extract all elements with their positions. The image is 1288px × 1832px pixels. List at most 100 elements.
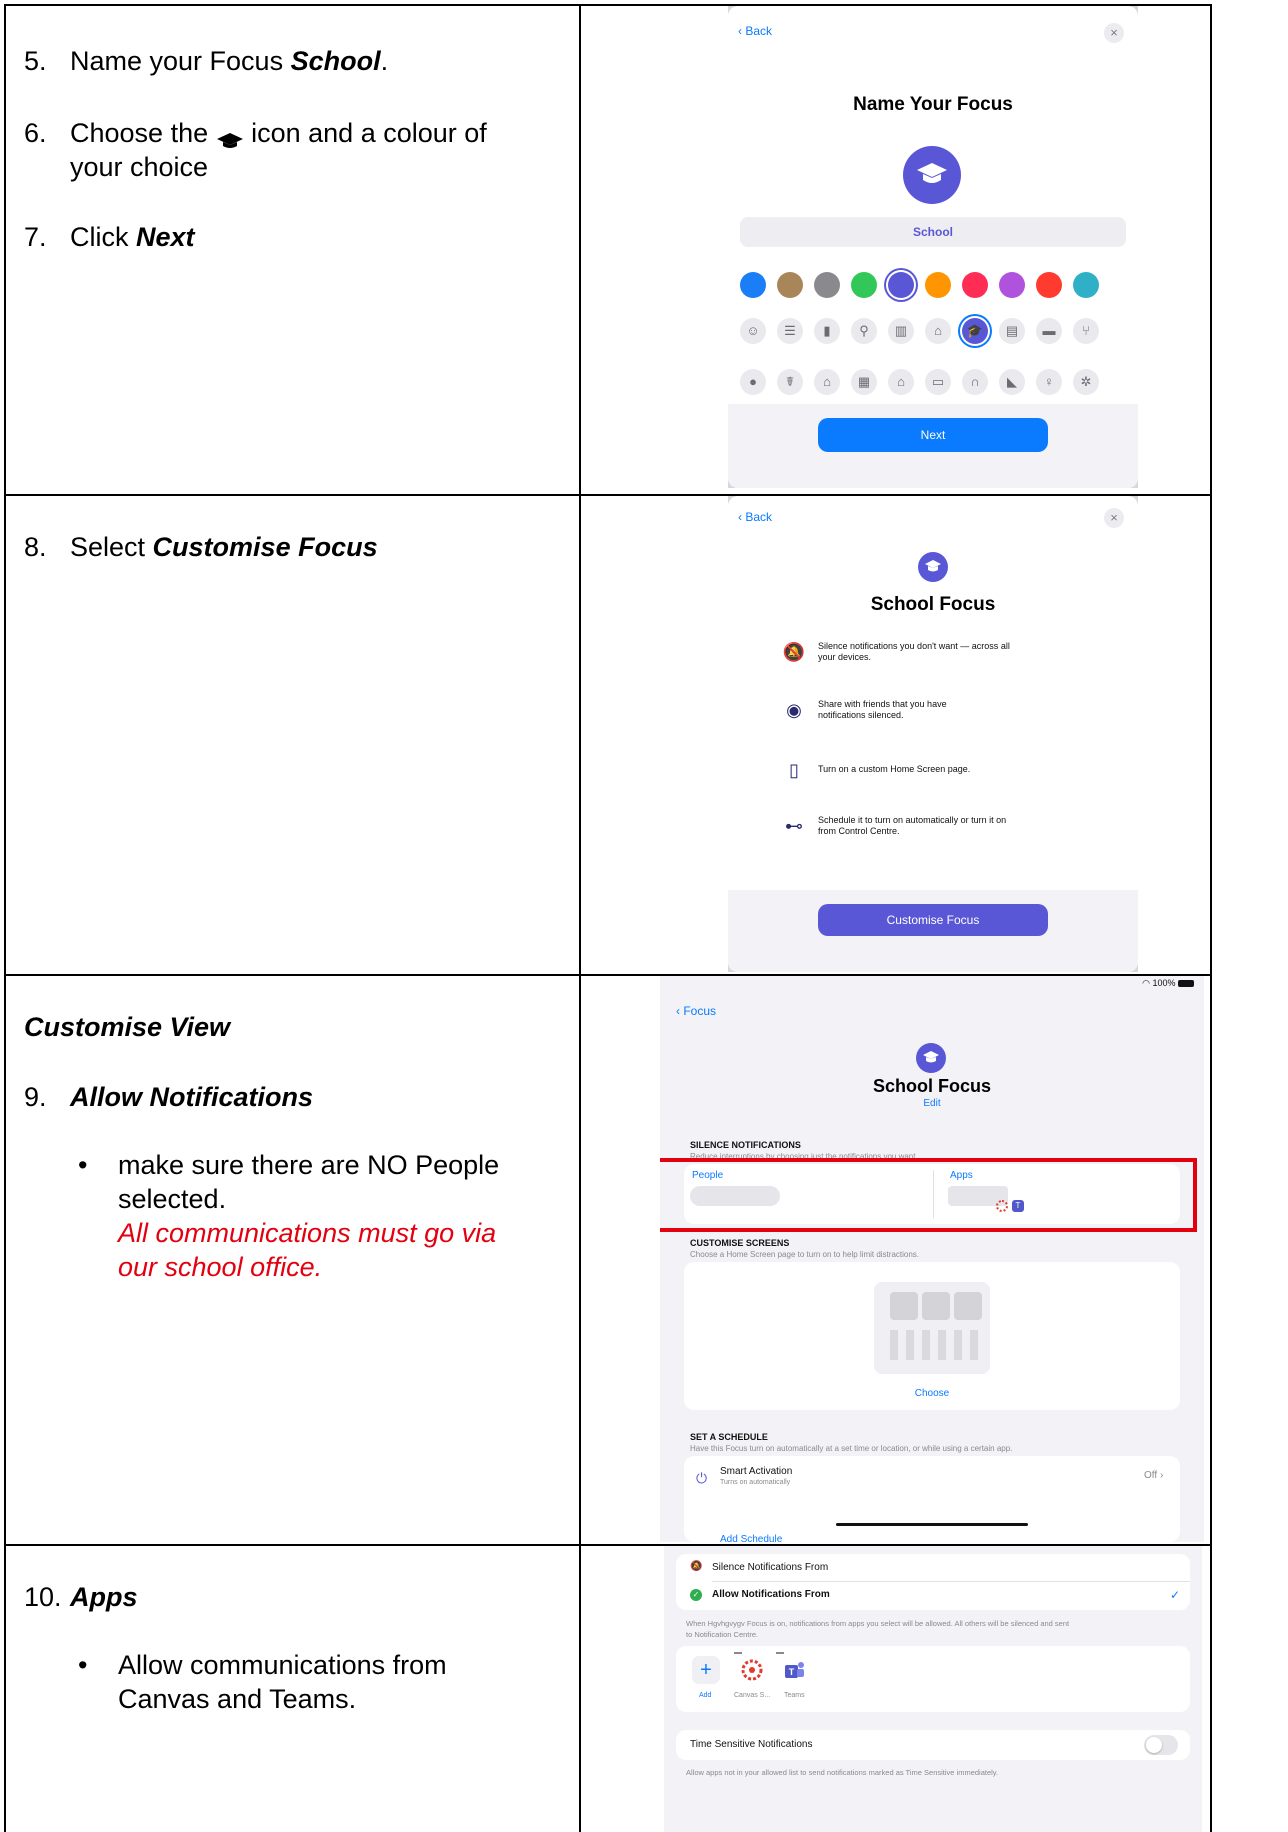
bullet-dot: • (78, 1650, 88, 1680)
canvas-logo-icon (741, 1659, 763, 1681)
allow-notifications-option[interactable]: Allow Notifications From (712, 1589, 830, 1600)
color-swatch[interactable] (740, 272, 766, 298)
glyph-row-1: ☺ ☰ ▮ ⚲ ▥ ⌂ 🎓 ▤ ▬ ⑂ (728, 316, 1138, 346)
remove-canvas-badge[interactable] (734, 1652, 742, 1654)
color-swatch[interactable] (925, 272, 951, 298)
add-app-label: Add (699, 1692, 712, 1699)
focus-glyph-icon[interactable]: ▭ (925, 369, 951, 395)
step-text-end: . (380, 46, 389, 76)
name-focus-sheet: ‹ Back × Name Your Focus School ☺ ☰ ▮ ⚲ ▥ ⌂ 🎓 ▤… (728, 6, 1138, 488)
bullet-line: selected. (118, 1184, 227, 1214)
home-screen-preview (874, 1282, 990, 1374)
smart-activation-title[interactable]: Smart Activation (720, 1466, 792, 1477)
color-swatch[interactable] (999, 272, 1025, 298)
color-swatch[interactable] (851, 272, 877, 298)
focus-glyph-icon[interactable]: ⌂ (888, 369, 914, 395)
add-app-button[interactable]: + (692, 1656, 720, 1684)
table-border-right (1210, 4, 1212, 1832)
focus-glyph-icon[interactable]: ✲ (1073, 369, 1099, 395)
choose-button[interactable]: Choose (660, 1388, 1204, 1399)
focus-glyph-icon[interactable]: ⌂ (814, 369, 840, 395)
next-emphasis: Next (136, 222, 195, 252)
teams-app-icon[interactable]: T (780, 1656, 808, 1684)
focus-glyph-icon[interactable]: ◣ (999, 369, 1025, 395)
focus-glyph-icon[interactable]: ⌂ (925, 318, 951, 344)
power-icon: ⏻ (696, 1470, 708, 1486)
graduation-cap-glyph-selected[interactable]: 🎓 (962, 318, 988, 344)
time-sensitive-label: Time Sensitive Notifications (690, 1739, 813, 1750)
silence-notifications-option[interactable]: Silence Notifications From (712, 1562, 828, 1573)
add-schedule-link[interactable]: Add Schedule (720, 1534, 782, 1542)
time-sensitive-description: Allow apps not in your allowed list to s… (686, 1768, 999, 1777)
focus-glyph-icon[interactable]: ☺ (740, 318, 766, 344)
step-8: 8. Select Customise Focus (24, 530, 378, 564)
focus-glyph-icon[interactable]: ⚲ (851, 318, 877, 344)
apps-instruction: Allow communications from Canvas and Tea… (118, 1648, 447, 1716)
share-person-icon: ◉ (786, 700, 802, 720)
remove-teams-badge[interactable] (776, 1652, 784, 1654)
focus-name-field[interactable]: School (740, 217, 1126, 247)
smart-activation-subtitle: Turns on automatically (720, 1479, 791, 1486)
home-indicator (836, 1523, 1028, 1526)
back-to-focus-button[interactable]: ‹ Focus (676, 1004, 716, 1018)
step-number: 9. (24, 1082, 47, 1112)
close-button[interactable]: × (1104, 508, 1124, 528)
status-bar: ◠ 100% (1142, 978, 1194, 989)
focus-glyph-icon[interactable]: ☤ (777, 369, 803, 395)
focus-glyph-icon[interactable]: ∩ (962, 369, 988, 395)
focus-glyph-icon[interactable]: ▬ (1036, 318, 1062, 344)
warning-line: our school office. (118, 1252, 323, 1282)
bullet-line: Allow communications from (118, 1650, 447, 1680)
graduation-cap-icon (917, 163, 947, 183)
focus-glyph-icon[interactable]: ☰ (777, 318, 803, 344)
focus-glyph-icon[interactable]: ▥ (888, 318, 914, 344)
color-swatch[interactable] (962, 272, 988, 298)
color-swatch[interactable] (814, 272, 840, 298)
edit-link[interactable]: Edit (660, 1098, 1204, 1109)
graduation-cap-icon (925, 560, 941, 572)
focus-settings-screenshot: ◠ 100% ‹ Focus School Focus Edit SILENCE… (660, 976, 1204, 1542)
focus-glyph-icon[interactable]: ▤ (999, 318, 1025, 344)
step-7: 7. Click Next (24, 220, 195, 254)
back-button[interactable]: ‹ Back (738, 24, 772, 38)
close-button[interactable]: × (1104, 23, 1124, 43)
card-divider (712, 1581, 1190, 1582)
focus-glyph-icon[interactable]: ♀ (1036, 369, 1062, 395)
color-swatch-selected[interactable] (888, 272, 914, 298)
next-button[interactable]: Next (818, 418, 1048, 452)
sheet-title: Name Your Focus (853, 94, 1013, 115)
focus-glyph-icon[interactable]: ⑂ (1073, 318, 1099, 344)
graduation-cap-icon (216, 125, 244, 148)
graduation-cap-icon (923, 1051, 939, 1063)
apps-emphasis: Apps (70, 1582, 138, 1612)
canvas-app-icon[interactable] (738, 1656, 766, 1684)
color-swatch[interactable] (1036, 272, 1062, 298)
color-swatch[interactable] (1073, 272, 1099, 298)
back-label: Back (745, 510, 773, 524)
checkmark-icon: ✓ (1170, 1588, 1181, 1602)
back-label: Focus (683, 1004, 717, 1018)
table-border-left (4, 4, 6, 1832)
battery-icon (1178, 980, 1194, 988)
toggle-knob (1146, 1737, 1162, 1753)
color-swatch[interactable] (777, 272, 803, 298)
customise-focus-button[interactable]: Customise Focus (818, 904, 1048, 936)
focus-glyph-icon[interactable]: ● (740, 369, 766, 395)
focus-glyph-icon[interactable]: ▦ (851, 369, 877, 395)
customise-focus-emphasis: Customise Focus (152, 532, 378, 562)
feature-line: notifications silenced. (818, 710, 904, 720)
table-column-divider (579, 4, 581, 1832)
focus-glyph-icon[interactable]: ▮ (814, 318, 840, 344)
back-button[interactable]: ‹ Back (738, 510, 772, 524)
step-9: 9. Allow Notifications (24, 1080, 313, 1114)
step-number: 10. (24, 1582, 62, 1612)
smart-activation-value: Off › (1144, 1470, 1163, 1481)
warning-line: All communications must go via (118, 1218, 497, 1248)
feature-line: Silence notifications you don't want — a… (818, 641, 1010, 651)
app-notifications-screenshot: 🔕 Silence Notifications From ✓ Allow Not… (664, 1546, 1202, 1832)
teams-logo-icon: T (785, 1662, 804, 1678)
focus-name-emphasis: School (290, 46, 381, 76)
home-screen-icon: ▯ (789, 760, 799, 780)
step-number: 7. (24, 222, 47, 252)
time-sensitive-toggle[interactable] (1144, 1735, 1178, 1755)
